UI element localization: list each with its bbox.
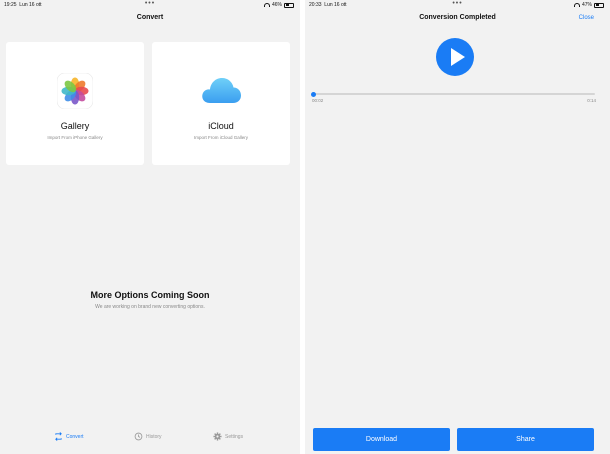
multitasking-dots-icon[interactable]: ••• [452, 0, 462, 7]
card-title: Gallery [60, 121, 90, 131]
gear-icon [213, 432, 222, 441]
coming-soon-title: More Options Coming Soon [90, 290, 210, 300]
status-time-date: 19:25 Lun 16 ott [4, 2, 42, 8]
status-right: 46% [263, 2, 294, 8]
tab-convert[interactable]: Convert [54, 432, 84, 441]
page-title: Convert [136, 14, 164, 21]
download-button[interactable]: Download [313, 428, 450, 451]
battery-percent: 47% [581, 2, 592, 8]
close-button[interactable]: Close [579, 15, 594, 21]
playback-knob[interactable] [311, 91, 316, 97]
page-title: Conversion Completed [419, 14, 496, 21]
card-subtitle: Import From iPhone Gallery [47, 135, 103, 140]
playback-slider[interactable] [311, 91, 595, 97]
multitasking-dots-icon[interactable]: ••• [145, 0, 155, 7]
tab-settings[interactable]: Settings [213, 432, 243, 441]
icloud-card[interactable]: iCloud Import From iCloud Gallery [152, 42, 290, 165]
tab-label: Settings [225, 433, 244, 440]
status-bar: 19:25 Lun 16 ott ••• 46% [0, 0, 300, 10]
wifi-icon [263, 3, 270, 7]
icloud-icon [199, 73, 243, 112]
coming-soon-subtitle: We are working on brand new converting o… [95, 304, 205, 310]
convert-screen: 19:25 Lun 16 ott ••• 46% Convert Gallery… [0, 0, 300, 454]
wifi-icon [573, 3, 580, 7]
battery-percent: 46% [271, 2, 282, 8]
status-time-date: 20:33 Lun 16 ott [309, 2, 347, 8]
tab-label: Convert [66, 433, 84, 440]
tab-label: History [146, 433, 162, 440]
status-bar: 20:33 Lun 16 ott ••• 47% [305, 0, 610, 10]
gallery-card[interactable]: Gallery Import From iPhone Gallery [6, 42, 144, 165]
status-right: 47% [573, 2, 604, 8]
history-icon [134, 432, 143, 441]
card-subtitle: Import From iCloud Gallery [193, 135, 248, 140]
tab-bar: Convert History Settings [0, 428, 300, 454]
play-icon [451, 48, 465, 66]
battery-icon [284, 2, 294, 8]
total-time: 0:14 [587, 98, 596, 103]
card-title: iCloud [208, 121, 234, 131]
photos-icon [56, 72, 94, 114]
battery-icon [594, 2, 604, 8]
play-button[interactable] [436, 38, 474, 76]
conversion-completed-screen: 20:33 Lun 16 ott ••• 47% Conversion Comp… [305, 0, 610, 454]
share-button[interactable]: Share [457, 428, 594, 451]
tab-history[interactable]: History [134, 432, 162, 441]
elapsed-time: 00:02 [312, 98, 324, 103]
convert-icon [55, 432, 62, 441]
